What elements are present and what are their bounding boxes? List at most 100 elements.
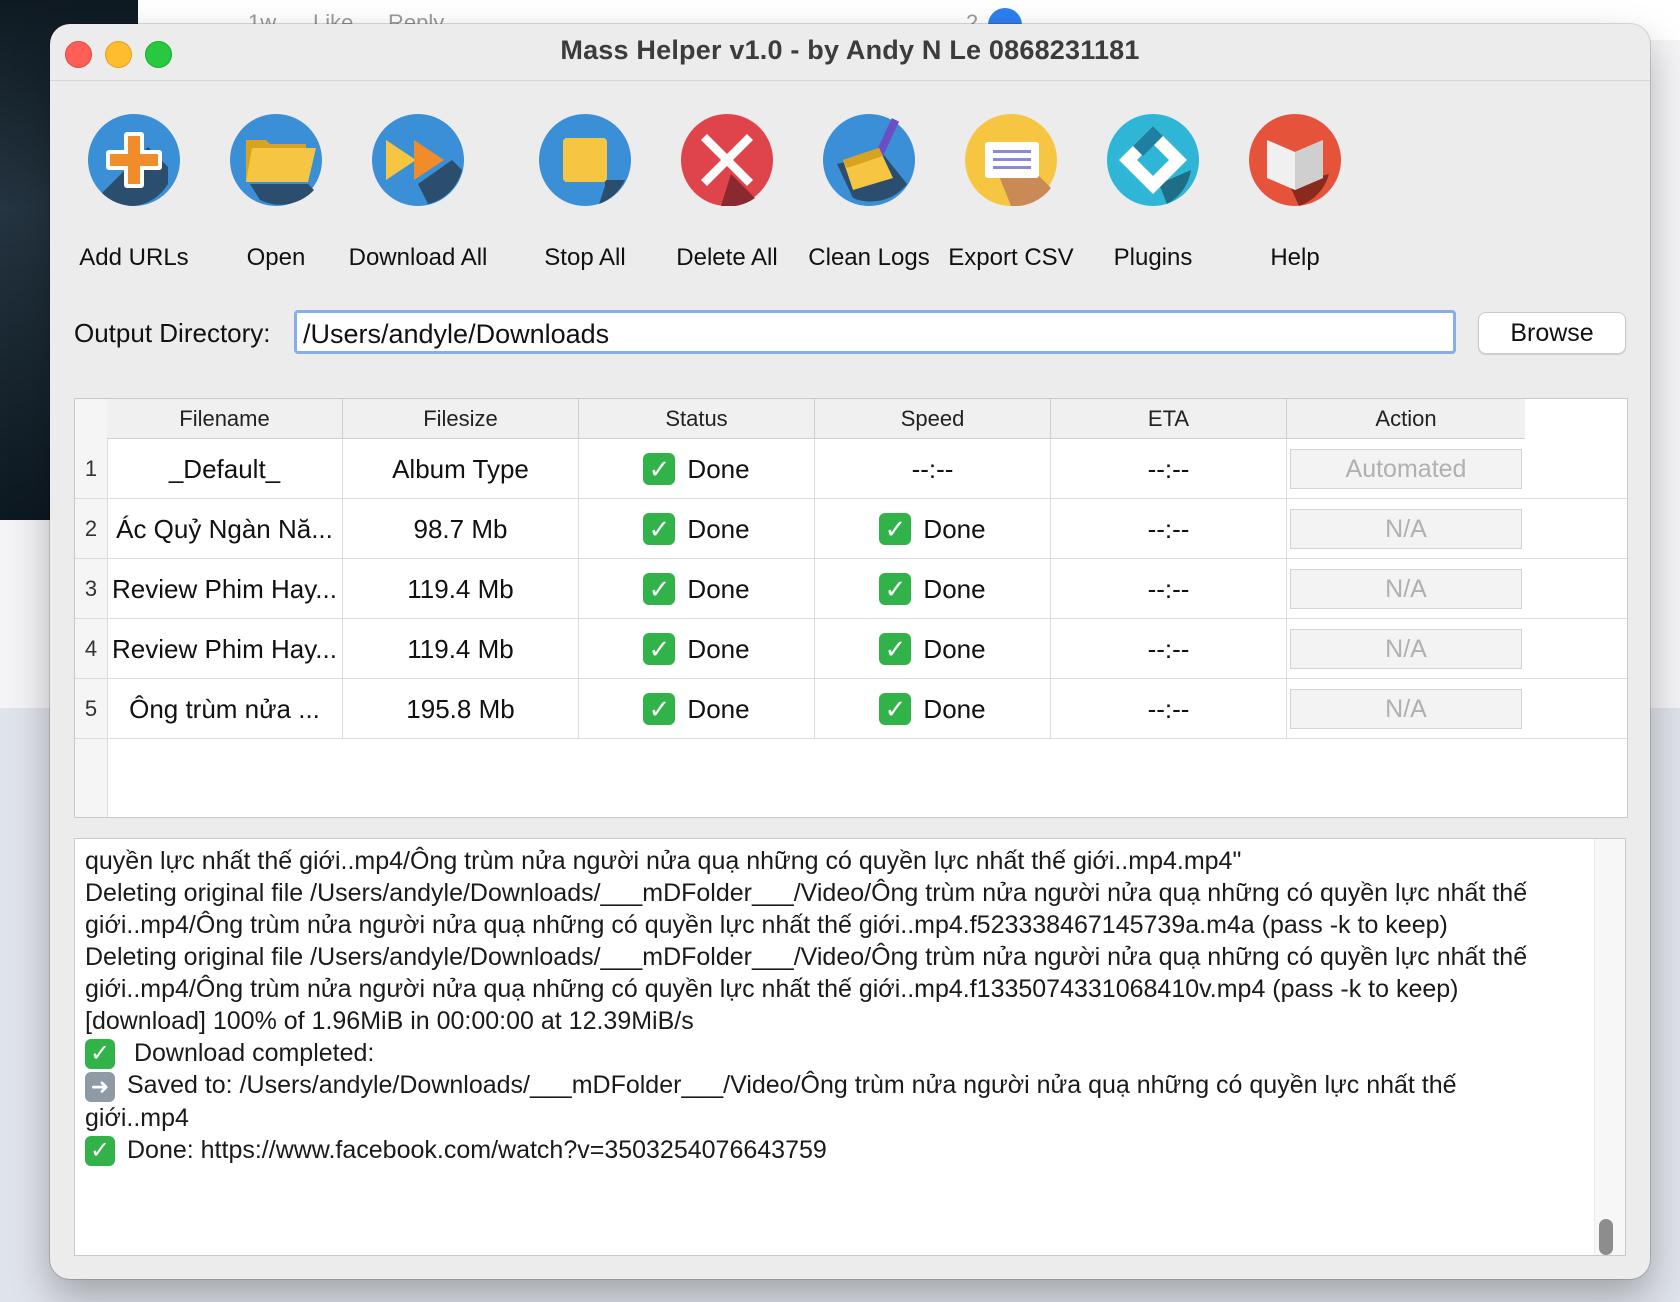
speed-cell: ✓ Done [815, 499, 1051, 559]
log-scrollbar-thumb[interactable] [1599, 1219, 1613, 1255]
browse-button[interactable]: Browse [1478, 312, 1626, 354]
table-row[interactable]: 4 Review Phim Hay... 119.4 Mb ✓ Done ✓ Don… [75, 619, 1627, 679]
table-row[interactable]: 3 Review Phim Hay... 119.4 Mb ✓ Done ✓ Don… [75, 559, 1627, 619]
eta-cell: --:-- [1051, 619, 1287, 679]
eta-cell: --:-- [1051, 559, 1287, 619]
log-line: ➜ Saved to: /Users/andyle/Downloads/___mD… [85, 1069, 1565, 1133]
action-button[interactable]: Automated [1290, 449, 1522, 489]
stop-all-button[interactable]: Stop All [510, 114, 660, 272]
action-button[interactable]: N/A [1290, 629, 1522, 669]
status-text: Done [687, 694, 750, 724]
speed-text: Done [923, 694, 986, 724]
fast-forward-icon [372, 114, 464, 206]
status-text: Done [687, 514, 750, 544]
download-all-label: Download All [348, 244, 488, 271]
help-label: Help [1270, 244, 1320, 271]
log-line: ✓ Download completed: [85, 1037, 1565, 1070]
action-cell: Automated [1287, 439, 1525, 499]
add-urls-button[interactable]: Add URLs [59, 114, 209, 272]
row-number: 4 [84, 636, 98, 661]
check-icon: ✓ [643, 633, 676, 666]
plugins-button[interactable]: Plugins [1078, 114, 1228, 272]
broom-dustpan-icon [823, 114, 915, 206]
status-cell: ✓ Done [579, 679, 815, 739]
eta-cell: --:-- [1051, 439, 1287, 499]
action-cell: N/A [1287, 679, 1525, 739]
delete-x-icon [681, 114, 773, 206]
check-icon: ✓ [643, 513, 676, 546]
header-filename[interactable]: Filename [107, 399, 343, 439]
log-content: quyền lực nhất thế giới..mp4/Ông trùm nử… [85, 845, 1565, 1167]
output-directory-input[interactable]: /Users/andyle/Downloads [294, 310, 1456, 354]
status-cell: ✓ Done [579, 559, 815, 619]
check-icon: ✓ [879, 633, 912, 666]
check-icon: ✓ [643, 453, 676, 486]
filesize-cell: 119.4 Mb [343, 559, 579, 619]
eta-cell: --:-- [1051, 679, 1287, 739]
add-urls-label: Add URLs [79, 244, 189, 271]
log-line: [download] 100% of 1.96MiB in 00:00:00 a… [85, 1007, 694, 1035]
stop-icon [539, 114, 631, 206]
header-status[interactable]: Status [579, 399, 815, 439]
header-speed[interactable]: Speed [815, 399, 1051, 439]
downloads-table: Filename Filesize Status Speed ETA Actio… [74, 398, 1628, 818]
filename-cell: Review Phim Hay... [107, 559, 343, 619]
header-eta[interactable]: ETA [1051, 399, 1287, 439]
filename-cell: Ông trùm nửa ... [107, 679, 343, 739]
status-text: Done [687, 574, 750, 604]
status-text: Done [687, 454, 750, 484]
delete-all-button[interactable]: Delete All [652, 114, 802, 272]
delete-all-label: Delete All [676, 244, 778, 271]
open-label: Open [246, 244, 306, 271]
row-number: 1 [84, 456, 98, 481]
plugin-diamond-icon [1107, 114, 1199, 206]
row-number: 3 [84, 576, 98, 601]
header-filesize[interactable]: Filesize [343, 399, 579, 439]
action-button[interactable]: N/A [1290, 689, 1522, 729]
header-action[interactable]: Action [1287, 399, 1525, 439]
log-textarea[interactable]: quyền lực nhất thế giới..mp4/Ông trùm nử… [74, 838, 1626, 1256]
open-button[interactable]: Open [201, 114, 351, 272]
stop-all-label: Stop All [544, 244, 626, 271]
action-button[interactable]: N/A [1290, 569, 1522, 609]
filesize-cell: 195.8 Mb [343, 679, 579, 739]
table-row[interactable]: 1 _Default_ Album Type ✓ Done --:-- --:--… [75, 439, 1627, 499]
check-icon: ✓ [879, 573, 912, 606]
speed-cell: --:-- [815, 439, 1051, 499]
status-cell: ✓ Done [579, 619, 815, 679]
filename-cell: Ác Quỷ Ngàn Nă... [107, 499, 343, 559]
log-line-text: Saved to: /Users/andyle/Downloads/___mDF… [85, 1071, 1457, 1132]
action-cell: N/A [1287, 499, 1525, 559]
eta-cell: --:-- [1051, 499, 1287, 559]
log-line: Deleting original file /Users/andyle/Dow… [85, 943, 1528, 1003]
filesize-cell: 98.7 Mb [343, 499, 579, 559]
export-csv-label: Export CSV [948, 244, 1074, 271]
log-line: ✓ Done: https://www.facebook.com/watch?v=… [85, 1134, 1565, 1167]
log-scrollbar-track[interactable] [1594, 839, 1625, 1255]
clean-logs-label: Clean Logs [808, 244, 930, 271]
status-cell: ✓ Done [579, 499, 815, 559]
check-icon: ✓ [85, 1136, 115, 1167]
filesize-cell: 119.4 Mb [343, 619, 579, 679]
clean-logs-button[interactable]: Clean Logs [794, 114, 944, 272]
row-number: 2 [84, 516, 98, 541]
document-icon [965, 114, 1057, 206]
help-button[interactable]: Help [1220, 114, 1370, 272]
output-directory-label: Output Directory: [74, 318, 271, 348]
log-line: Deleting original file /Users/andyle/Dow… [85, 879, 1528, 939]
app-window: Mass Helper v1.0 - by Andy N Le 08682311… [50, 24, 1650, 1279]
folder-icon [230, 114, 322, 206]
export-csv-button[interactable]: Export CSV [936, 114, 1086, 272]
download-all-button[interactable]: Download All [343, 114, 493, 272]
filename-cell: _Default_ [107, 439, 343, 499]
help-book-icon [1249, 114, 1341, 206]
table-row[interactable]: 5 Ông trùm nửa ... 195.8 Mb ✓ Done ✓ Done … [75, 679, 1627, 739]
check-icon: ✓ [85, 1039, 115, 1070]
titlebar: Mass Helper v1.0 - by Andy N Le 08682311… [50, 24, 1650, 81]
table-row[interactable]: 2 Ác Quỷ Ngàn Nă... 98.7 Mb ✓ Done ✓ Done … [75, 499, 1627, 559]
plugins-label: Plugins [1113, 244, 1193, 271]
row-number: 5 [84, 696, 98, 721]
speed-text: Done [923, 574, 986, 604]
speed-text: Done [923, 634, 986, 664]
action-button[interactable]: N/A [1290, 509, 1522, 549]
